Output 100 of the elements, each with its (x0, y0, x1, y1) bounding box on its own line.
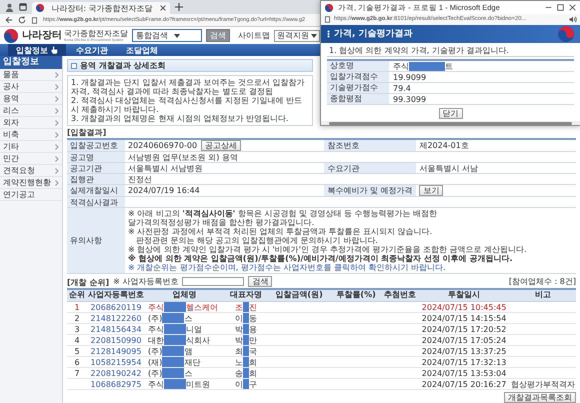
business-number-link[interactable]: 2208150990 (90, 336, 142, 344)
close-icon[interactable] (569, 4, 576, 11)
column-header: 투찰일시 (418, 290, 510, 302)
close-button[interactable]: 닫기 (438, 108, 462, 119)
emblem-icon (558, 26, 574, 42)
table-cell: 2024/07/15 20:16:27 (418, 379, 510, 390)
company-name-suffix: 미트원 (186, 380, 210, 388)
business-number-field[interactable] (182, 277, 244, 286)
company-name-suffix: 니얼 (186, 324, 202, 334)
redaction-bar (164, 302, 186, 312)
score-label: 기술평가점수 (327, 83, 389, 94)
reload-icon[interactable] (18, 16, 26, 24)
sidebar-item[interactable]: 민간 (0, 153, 62, 165)
sidebar-item[interactable]: 용역 (0, 93, 62, 105)
close-icon[interactable] (160, 5, 166, 11)
remark-text: ※ 사전판정 과정에서 부적격 처리된 업체의 투찰금액과 투찰률은 표시되지 않습니다. (128, 227, 432, 236)
sidebar-item[interactable]: 기타 (0, 141, 62, 153)
field-label: 참조번호 (324, 140, 416, 152)
column-header: 대표자명 (224, 290, 268, 302)
field-label: 집행관 (67, 174, 125, 185)
column-header: 추첨번호 (382, 290, 418, 302)
notice-detail-button[interactable]: 공고상세 (201, 140, 242, 151)
business-number-link[interactable]: 2128149095 (90, 346, 142, 356)
sidebar-item[interactable]: 공사 (0, 81, 62, 93)
column-header: 투찰률(%) (330, 290, 382, 302)
maximize-icon[interactable] (557, 4, 564, 11)
note-text: 2. 적격심사 대상업체는 적격심사신청서를 지정된 기일내에 반드시 제출하시기 바랍니다. (71, 96, 303, 114)
table-cell: 3 (67, 324, 87, 335)
sidebar-item[interactable]: 외자 (0, 117, 62, 129)
business-number-link[interactable]: 1058215954 (90, 358, 142, 366)
field-label: 유의사항 (67, 208, 125, 274)
nav-tab[interactable]: 조달업체 (118, 44, 166, 56)
sidebar-item[interactable]: 비축 (0, 129, 62, 141)
representative-prefix: 최 (235, 346, 244, 356)
new-tab-icon[interactable] (175, 3, 183, 11)
page-info-icon[interactable] (324, 16, 331, 23)
redaction-bar (409, 62, 445, 70)
sidebar-item[interactable]: 연기공고 (0, 189, 62, 201)
representative-suffix: 희 (249, 368, 258, 378)
search-field[interactable]: 통합검색 (132, 29, 202, 42)
remote-support-select[interactable]: 원격지원 (274, 30, 320, 42)
field-label: 수요기관 (324, 163, 416, 174)
field-label: 입찰공고번호 (67, 140, 125, 152)
table-cell: 2024/07/15 14:15:54 (418, 313, 510, 324)
sidebar-item[interactable]: 리스 (0, 105, 62, 117)
view-button[interactable]: 보기 (419, 185, 444, 196)
representative-suffix: 용 (249, 324, 258, 334)
caret-icon (174, 34, 180, 38)
company-name-prefix: 주식 (148, 302, 164, 312)
participant-count: [참여업체수 : 8건] (508, 277, 576, 286)
scrollbar-thumb[interactable] (329, 122, 572, 124)
representative-suffix: 동 (249, 314, 258, 322)
favicon-icon (36, 4, 44, 12)
remark-text: 판정관련 문의는 해당 공고의 입찰집행관에게 문의하시기 바랍니다. (135, 236, 378, 245)
redaction-bar (162, 368, 184, 378)
result-list-button[interactable]: 개찰결과목록조회 (504, 392, 576, 403)
company-name-suffix: 스 (184, 314, 192, 322)
column-header: 사업자등록번호 (87, 290, 145, 302)
redaction-bar (164, 335, 186, 345)
score-label: 입찰가격점수 (327, 72, 389, 83)
representative-suffix: 희 (249, 358, 258, 366)
logo-icon (4, 28, 18, 42)
column-header: 순위 (67, 290, 87, 302)
horizontal-scrollbar[interactable] (321, 121, 580, 125)
minimize-icon[interactable] (545, 4, 552, 11)
nav-tab[interactable]: 입찰정보 (8, 44, 66, 56)
page-info-icon[interactable] (31, 16, 38, 24)
representative-prefix: 노 (235, 358, 244, 366)
hand-icon (51, 46, 58, 54)
search-label: ※ 사업자등록번호 (113, 277, 178, 286)
sidebar-item[interactable]: 견적요청 (0, 165, 62, 177)
back-icon[interactable] (5, 16, 13, 24)
table-cell: 2024/07/15 17:32:13 (418, 357, 510, 368)
sidebar-item[interactable]: 계약진행현황 (0, 177, 62, 189)
browser-tab[interactable]: 나라장터: 국가종합전자조달 (32, 2, 170, 14)
profile-icon[interactable] (5, 2, 14, 12)
business-number-link[interactable]: 2068620119 (90, 302, 142, 312)
representative-suffix: 구 (249, 380, 258, 388)
representative-suffix: 진 (249, 302, 258, 312)
company-name-suffix: 스 (184, 368, 192, 378)
score-value: 99.3099 (389, 94, 574, 105)
column-header: 입찰금액(원) (268, 290, 330, 302)
sitemap-link[interactable]: 사이트맵 (238, 31, 270, 40)
read-aloud-icon[interactable] (569, 16, 577, 23)
field-label: 실제개찰일시 (67, 185, 125, 197)
representative-suffix: 만 (249, 336, 258, 344)
remark-text: ※ 협상에 의한 계약은 입찰금액(원)/투찰률(%)/예비가격/예정가격이 최종낙찰자 선정 이후에 공개됩니다. (128, 254, 513, 263)
nav-tab[interactable]: 수요기관 (68, 44, 116, 56)
business-number-link[interactable]: 1068682975 (90, 380, 142, 388)
section-heading: [개찰 순위] (67, 278, 110, 287)
sidebar-item[interactable]: 물품 (0, 69, 62, 81)
field-label: 적격심사결과 (67, 197, 125, 208)
search-button[interactable]: 검색 (248, 276, 272, 287)
tab-actions-icon[interactable] (19, 3, 27, 11)
business-number-link[interactable]: 2148156434 (90, 324, 142, 334)
business-number-link[interactable]: 2148122260 (90, 314, 142, 322)
business-number-link[interactable]: 2208190242 (90, 368, 142, 378)
note-text: 3. 개찰결과의 업체명은 현재 시점의 업체정보가 반영됩니다. (71, 114, 290, 123)
remark-text: ※ 개찰순위는 평가점수순이며, 평가점수는 사업자번호를 클릭하여 확인하시기 바랍니다. (128, 263, 446, 272)
table-cell: 2024/07/15 13:37:25 (418, 346, 510, 357)
